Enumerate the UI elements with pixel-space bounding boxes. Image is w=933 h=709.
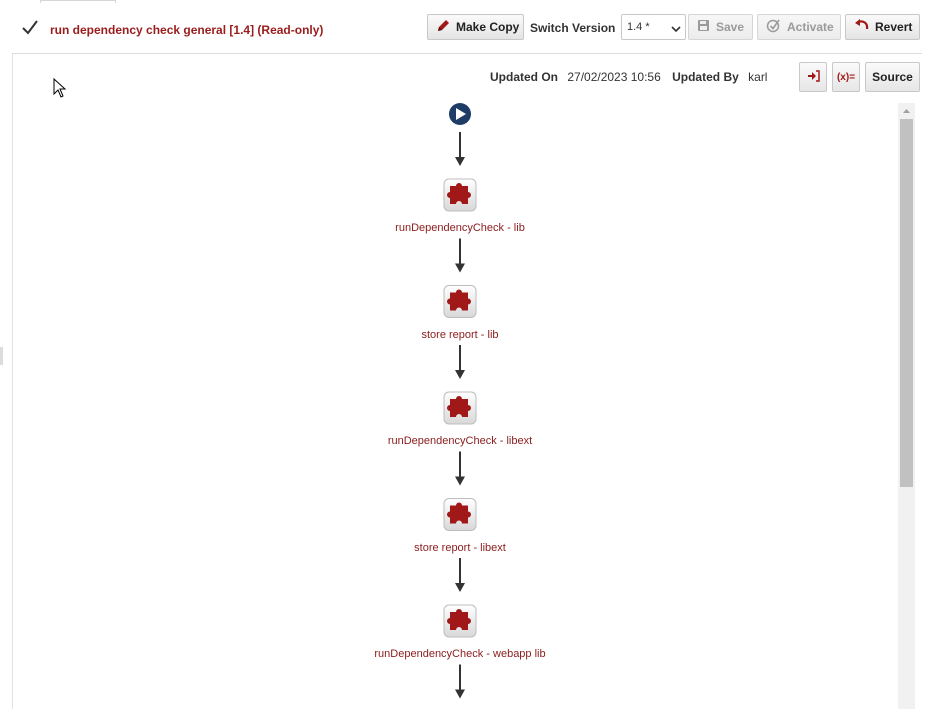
save-button[interactable]: Save <box>688 14 753 40</box>
flow-step-label: store report - libext <box>414 541 506 554</box>
make-copy-label: Make Copy <box>456 20 520 34</box>
check-icon <box>20 18 40 38</box>
floppy-icon <box>697 19 716 35</box>
scrollbar-thumb[interactable] <box>900 119 913 487</box>
updated-on-value: 27/02/2023 10:56 <box>567 70 661 84</box>
import-icon <box>807 69 820 85</box>
mouse-cursor <box>53 77 67 103</box>
updated-info: Updated On 27/02/2023 10:56 Updated By k… <box>490 70 767 84</box>
flow-step-label: runDependencyCheck - libext <box>387 435 533 447</box>
variables-label: (x)= <box>836 71 856 83</box>
pencil-icon <box>436 19 456 36</box>
page-title: run dependency check general [1.4] (Read… <box>50 23 324 37</box>
flow-step-label: store report - lib <box>421 328 499 341</box>
updated-by-value: karl <box>748 70 768 84</box>
undo-icon <box>854 19 875 35</box>
splitter-handle[interactable] <box>0 347 3 365</box>
version-select[interactable]: 1.4 * <box>621 14 686 40</box>
flow-step-label: runDependencyCheck - webapp lib <box>374 648 546 660</box>
revert-button[interactable]: Revert <box>845 14 920 40</box>
activate-button[interactable]: Activate <box>757 14 841 40</box>
source-button[interactable]: Source <box>865 62 920 92</box>
updated-on-label: Updated On <box>490 70 558 84</box>
flow-step-label: runDependencyCheck - lib <box>395 222 525 234</box>
editor-header: run dependency check general [1.4] (Read… <box>0 0 933 53</box>
scroll-up-arrow[interactable] <box>898 103 915 119</box>
chevron-down-icon <box>671 24 681 36</box>
activate-icon <box>766 18 787 36</box>
updated-by-label: Updated By <box>672 70 739 84</box>
flow-panel <box>12 54 923 709</box>
save-label: Save <box>716 20 745 34</box>
activate-label: Activate <box>787 20 834 34</box>
import-button[interactable] <box>799 62 827 92</box>
version-select-value: 1.4 * <box>627 21 650 33</box>
switch-version-label: Switch Version <box>530 21 616 35</box>
source-label: Source <box>872 70 913 84</box>
revert-label: Revert <box>875 20 913 34</box>
variables-button[interactable]: (x)= <box>832 62 860 92</box>
make-copy-button[interactable]: Make Copy <box>427 14 524 40</box>
